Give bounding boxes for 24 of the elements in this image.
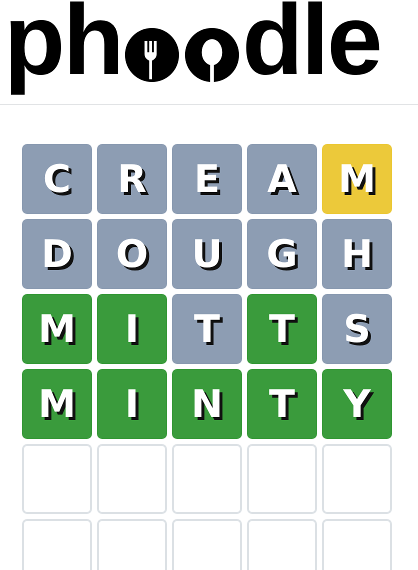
letter-tile: S bbox=[322, 294, 392, 364]
logo-text: ph bbox=[4, 0, 122, 98]
letter-tile: E bbox=[172, 144, 242, 214]
letter-tile: G bbox=[247, 219, 317, 289]
letter-tile: M bbox=[322, 144, 392, 214]
letter-tile: T bbox=[172, 294, 242, 364]
letter-tile: U bbox=[172, 219, 242, 289]
letter-tile: I bbox=[97, 294, 167, 364]
letter-tile: I bbox=[97, 369, 167, 439]
letter-tile: C bbox=[22, 144, 92, 214]
letter-tile: A bbox=[247, 144, 317, 214]
logo-text: dle bbox=[242, 0, 381, 98]
letter-tile: Y bbox=[322, 369, 392, 439]
letter-tile: M bbox=[22, 294, 92, 364]
letter-tile: T bbox=[247, 294, 317, 364]
letter-tile: N bbox=[172, 369, 242, 439]
letter-tile: D bbox=[22, 219, 92, 289]
letter-tile: H bbox=[322, 219, 392, 289]
fork-icon bbox=[125, 28, 180, 82]
letter-tile: M bbox=[22, 369, 92, 439]
letter-tile: R bbox=[97, 144, 167, 214]
letter-tile: O bbox=[97, 219, 167, 289]
spoon-icon bbox=[185, 28, 240, 82]
letter-tile: T bbox=[247, 369, 317, 439]
